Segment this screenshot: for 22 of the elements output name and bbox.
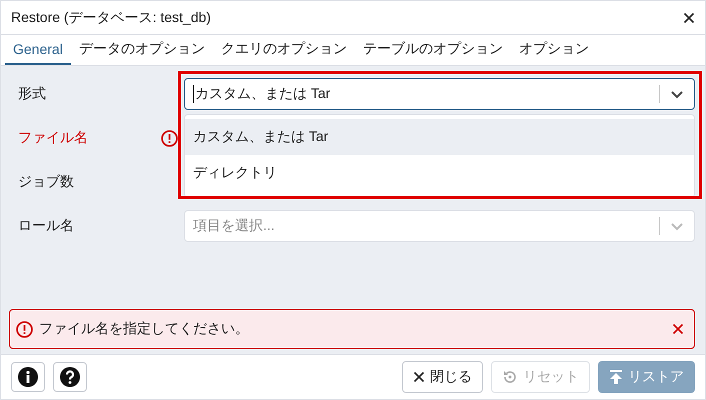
close-icon[interactable] <box>683 12 695 24</box>
field-label: 形式 <box>18 85 46 103</box>
tab[interactable]: テーブルのオプション <box>354 35 511 65</box>
field-label: ファイル名 <box>18 129 88 147</box>
field-label: ロール名 <box>18 217 74 235</box>
field-label: ジョブ数 <box>18 173 74 191</box>
select-field[interactable]: 項目を選択... <box>184 210 695 242</box>
help-button[interactable] <box>53 362 87 392</box>
close-icon <box>413 371 425 383</box>
error-message: ファイル名を指定してください。 <box>39 320 250 338</box>
alert-icon <box>16 320 33 338</box>
dismiss-icon[interactable] <box>672 323 684 335</box>
alert-icon <box>161 130 178 146</box>
tab[interactable]: オプション <box>510 35 597 65</box>
info-button[interactable] <box>11 362 45 392</box>
close-button[interactable]: 閉じる <box>402 361 483 393</box>
upload-icon <box>609 369 623 385</box>
tab[interactable]: データのオプション <box>70 35 213 65</box>
tab[interactable]: クエリのオプション <box>212 35 355 65</box>
reset-icon <box>502 369 518 385</box>
dropdown-option[interactable]: カスタム、または Tar <box>185 119 694 155</box>
window-title: Restore (データベース: test_db) <box>11 8 211 26</box>
